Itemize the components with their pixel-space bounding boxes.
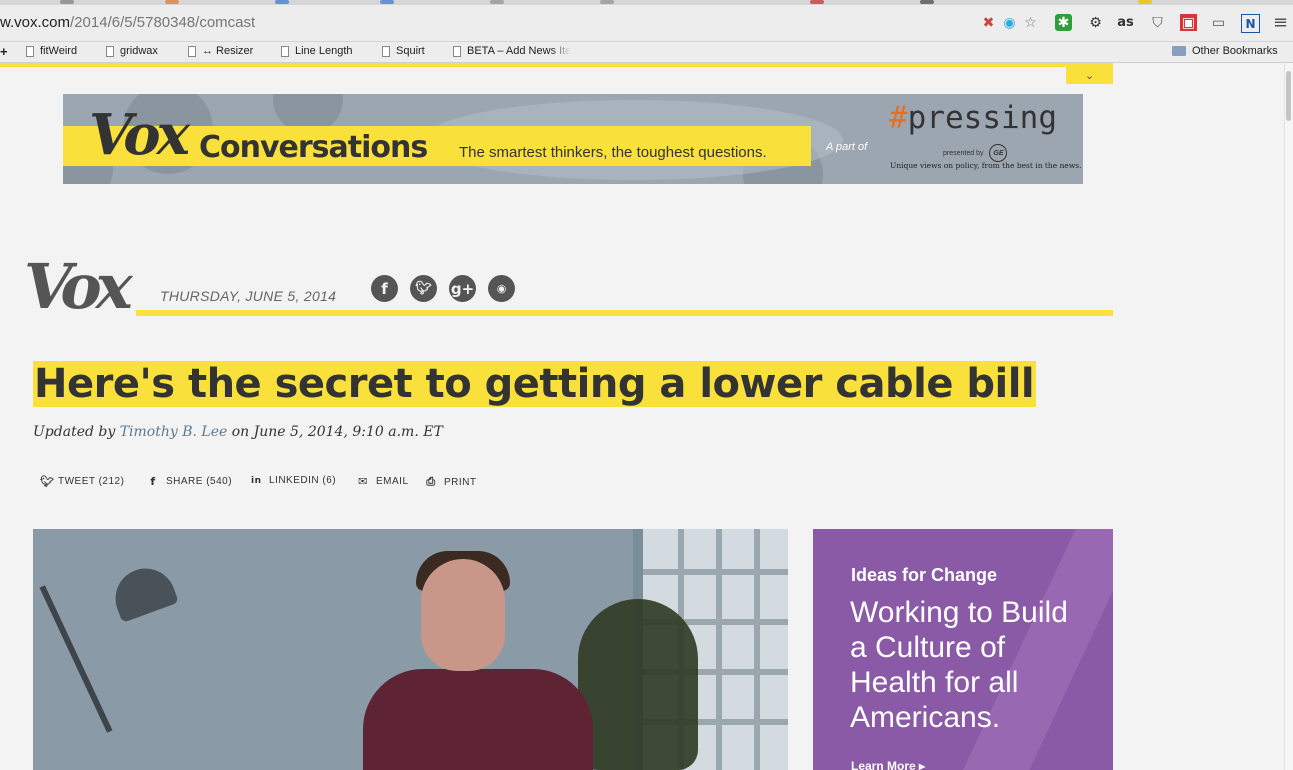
bookmark-item[interactable]: Squirt bbox=[382, 45, 425, 57]
banner-part-of: A part of bbox=[826, 141, 868, 153]
url-host: w.vox.com bbox=[0, 14, 71, 31]
facebook-icon[interactable]: f bbox=[371, 275, 398, 302]
twitter-icon[interactable]: 🐦︎ bbox=[410, 275, 437, 302]
print-icon: ⎙ bbox=[426, 475, 436, 488]
share-label: PRINT bbox=[444, 476, 477, 488]
page-icon bbox=[382, 45, 390, 57]
vox-logo[interactable]: Vox bbox=[24, 252, 133, 322]
page-icon bbox=[106, 45, 114, 57]
bookmark-item[interactable]: Line Length bbox=[281, 45, 353, 57]
tab-favicon[interactable] bbox=[380, 0, 394, 4]
hero-image bbox=[33, 529, 788, 770]
page-icon bbox=[26, 45, 34, 57]
menu-icon[interactable]: ≡ bbox=[1272, 12, 1289, 33]
ge-logo-icon: GE bbox=[989, 144, 1008, 162]
sidebar-ad[interactable]: Ideas for Change Working to Build a Cult… bbox=[813, 529, 1113, 770]
blocked-icon[interactable]: ✖ bbox=[980, 14, 997, 31]
bookmark-item[interactable]: BETA – Add News Ite bbox=[453, 45, 571, 57]
linkedin-icon: in bbox=[251, 475, 262, 486]
updated-by-label: Updated by bbox=[33, 424, 116, 440]
star-icon[interactable]: ☆ bbox=[1022, 14, 1039, 31]
lastfm-icon[interactable]: as bbox=[1117, 14, 1134, 31]
linkedin-share-button[interactable]: in LINKEDIN (6) bbox=[251, 475, 336, 486]
page-icon bbox=[188, 45, 196, 57]
bookmark-item[interactable]: fitWeird bbox=[26, 45, 77, 57]
share-label: EMAIL bbox=[376, 476, 409, 487]
pressing-logo: #pressing bbox=[889, 100, 1057, 136]
bookmarks-bar: + fitWeird gridwax ↔ Resizer Line Length Squ… bbox=[0, 42, 1293, 63]
byline: Updated by Timothy B. Lee on June 5, 201… bbox=[33, 424, 443, 440]
page-viewport: ⌄ Vox Conversations The smartest thinker… bbox=[0, 63, 1285, 770]
print-share-button[interactable]: ⎙ PRINT bbox=[426, 475, 477, 489]
googleplus-icon[interactable]: g+ bbox=[449, 275, 476, 302]
banner-tagline: The smartest thinkers, the toughest ques… bbox=[459, 144, 767, 161]
bookmark-label: ↔ Resizer bbox=[202, 45, 254, 57]
scrollbar-thumb[interactable] bbox=[1286, 71, 1291, 121]
author-link[interactable]: Timothy B. Lee bbox=[120, 424, 228, 440]
tab-favicon[interactable] bbox=[60, 0, 74, 4]
bookmark-item[interactable]: ↔ Resizer bbox=[188, 45, 253, 57]
ad-kicker: Ideas for Change bbox=[851, 565, 998, 585]
folder-icon bbox=[1172, 46, 1186, 56]
share-label: SHARE (540) bbox=[166, 476, 233, 487]
vertical-scrollbar[interactable] bbox=[1284, 63, 1293, 770]
banner-unique-views: Unique views on policy, from the best in… bbox=[890, 161, 1082, 170]
email-icon: ✉ bbox=[358, 475, 368, 488]
browser-toolbar: w.vox.com/2014/6/5/5780348/comcast ✖ ◉ ☆ ✱ ⚙… bbox=[0, 5, 1293, 42]
masthead-rule bbox=[136, 310, 1113, 316]
bookmark-label: gridwax bbox=[120, 45, 158, 57]
share-label: TWEET (212) bbox=[58, 476, 125, 487]
facebook-icon: f bbox=[150, 475, 156, 488]
add-bookmark-icon[interactable]: + bbox=[0, 44, 8, 59]
tab-favicon[interactable] bbox=[490, 0, 504, 4]
page-icon bbox=[281, 45, 289, 57]
nav-toggle[interactable]: ⌄ bbox=[1066, 67, 1113, 84]
share-label: LINKEDIN (6) bbox=[269, 475, 337, 486]
presented-by: presented by GE bbox=[943, 144, 1008, 162]
banner-vox-logo: Vox bbox=[89, 102, 190, 168]
bookmark-label: Squirt bbox=[396, 45, 425, 57]
pressing-hash: # bbox=[889, 100, 908, 136]
tab-favicon[interactable] bbox=[165, 0, 179, 4]
n-icon[interactable]: N bbox=[1241, 14, 1260, 33]
chevron-down-icon: ⌄ bbox=[1084, 70, 1095, 82]
tab-favicon[interactable] bbox=[600, 0, 614, 4]
facebook-share-button[interactable]: f SHARE (540) bbox=[148, 475, 232, 488]
banner-title: Conversations bbox=[199, 130, 428, 165]
tab-favicon[interactable] bbox=[920, 0, 934, 4]
email-share-button[interactable]: ✉ EMAIL bbox=[358, 475, 409, 488]
other-bookmarks-label: Other Bookmarks bbox=[1192, 45, 1278, 57]
bookmark-label: BETA – Add News Ite bbox=[467, 45, 572, 57]
pressing-word: pressing bbox=[907, 100, 1057, 136]
red-square-icon[interactable]: ▣ bbox=[1180, 14, 1197, 31]
ad-body: Working to Build a Culture of Health for… bbox=[850, 596, 1068, 734]
article-headline: Here's the secret to getting a lower cab… bbox=[33, 361, 1037, 407]
bookmark-item[interactable]: gridwax bbox=[106, 45, 158, 57]
vox-conversations-banner[interactable]: Vox Conversations The smartest thinkers,… bbox=[63, 94, 1083, 184]
masthead-date: THURSDAY, JUNE 5, 2014 bbox=[160, 288, 337, 304]
dateline: on June 5, 2014, 9:10 a.m. ET bbox=[231, 424, 443, 440]
circle-o-icon[interactable]: ◉ bbox=[1001, 14, 1018, 31]
evernote-icon[interactable]: ✱ bbox=[1055, 14, 1072, 31]
tab-favicon[interactable] bbox=[1138, 0, 1152, 4]
gear-icon[interactable]: ⚙ bbox=[1087, 14, 1104, 31]
bookmark-label: fitWeird bbox=[40, 45, 78, 57]
page-icon bbox=[453, 45, 461, 57]
twitter-share-button[interactable]: 🐦︎ TWEET (212) bbox=[40, 475, 124, 488]
twitter-icon: 🐦︎ bbox=[40, 475, 55, 488]
other-bookmarks-folder[interactable]: Other Bookmarks bbox=[1172, 45, 1278, 57]
url-path: /2014/6/5/5780348/comcast bbox=[70, 14, 256, 31]
address-bar[interactable]: w.vox.com/2014/6/5/5780348/comcast bbox=[0, 14, 255, 31]
top-yellow-bar bbox=[0, 63, 1113, 67]
presented-by-label: presented by bbox=[943, 149, 984, 157]
bookmark-label: Line Length bbox=[295, 45, 353, 57]
tab-favicon[interactable] bbox=[275, 0, 289, 4]
pocket-icon[interactable]: ⛉ bbox=[1149, 14, 1166, 31]
ad-learn-more-link[interactable]: Learn More ▸ bbox=[851, 759, 925, 770]
rss-icon[interactable]: ◉ bbox=[488, 275, 515, 302]
tab-favicon[interactable] bbox=[810, 0, 824, 4]
cast-icon[interactable]: ▭ bbox=[1210, 14, 1227, 31]
